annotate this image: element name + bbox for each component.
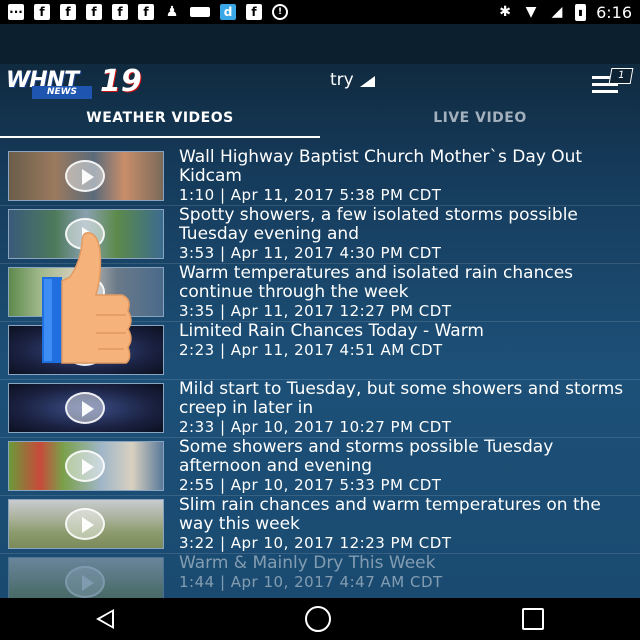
- video-title: Slim rain chances and warm temperatures …: [179, 496, 601, 534]
- home-icon[interactable]: [304, 606, 331, 632]
- dropdown-caret-icon: [359, 76, 375, 87]
- video-meta: 3:35 | Apr 11, 2017 12:27 PM CDT: [179, 302, 452, 320]
- video-thumbnail[interactable]: [8, 209, 164, 259]
- video-meta: 1:44 | Apr 10, 2017 4:47 AM CDT: [179, 573, 443, 591]
- video-title: Wall Highway Baptist Church Mother`s Day…: [179, 148, 583, 186]
- status-bar: ··· f f f f f ♟ d f ! ✱ ▼ ◢ ▮ 6:16: [0, 0, 640, 24]
- video-thumbnail[interactable]: [8, 267, 164, 317]
- facebook-icon: f: [34, 4, 50, 20]
- video-thumbnail[interactable]: [8, 441, 164, 491]
- video-meta: 2:55 | Apr 10, 2017 5:33 PM CDT: [179, 476, 442, 494]
- logo-sub: NEWS: [32, 86, 92, 99]
- tab-weather-videos[interactable]: WEATHER VIDEOS: [0, 104, 320, 138]
- list-item[interactable]: Slim rain chances and warm temperatures …: [0, 496, 640, 554]
- video-title: Spotty showers, a few isolated storms po…: [179, 206, 578, 244]
- recent-apps-icon[interactable]: [522, 608, 545, 630]
- bluetooth-icon: ✱: [499, 4, 511, 20]
- video-thumbnail[interactable]: [8, 151, 164, 201]
- video-thumbnail[interactable]: [8, 383, 164, 433]
- system-icons: ✱ ▼ ◢ ▮ 6:16: [497, 3, 632, 22]
- list-item[interactable]: Limited Rain Chances Today - Warm 2:23 |…: [0, 322, 640, 380]
- list-item[interactable]: Some showers and storms possible Tuesday…: [0, 438, 640, 496]
- list-item[interactable]: Warm temperatures and isolated rain chan…: [0, 264, 640, 322]
- notification-badge: 1: [608, 68, 634, 84]
- video-thumbnail[interactable]: [8, 325, 164, 375]
- video-title: Warm & Mainly Dry This Week: [179, 554, 436, 573]
- clock: 6:16: [596, 2, 632, 22]
- video-thumbnail[interactable]: [8, 557, 164, 598]
- tab-live-video[interactable]: LIVE VIDEO: [320, 104, 640, 138]
- app-header: WHNT NEWS 19 try 1 WEATHER VIDEOS LIVE V…: [0, 24, 640, 138]
- play-icon: [65, 566, 105, 598]
- header-top-strip: [0, 24, 640, 64]
- app-d-icon: d: [220, 4, 236, 20]
- play-icon: [65, 276, 105, 308]
- facebook-icon: f: [138, 4, 154, 20]
- tab-bar: WEATHER VIDEOS LIVE VIDEO: [0, 104, 640, 138]
- wifi-icon: ▼: [525, 4, 537, 20]
- video-title: Mild start to Tuesday, but some showers …: [179, 380, 624, 418]
- battery-icon: ▮: [575, 3, 587, 21]
- system-nav-bar: [0, 598, 640, 640]
- facebook-icon: f: [246, 4, 262, 20]
- circle-icon: !: [272, 4, 288, 20]
- video-meta: 3:22 | Apr 10, 2017 12:23 PM CDT: [179, 534, 452, 552]
- signal-icon: ◢: [551, 4, 563, 20]
- video-title: Warm temperatures and isolated rain chan…: [179, 264, 574, 302]
- play-icon: [65, 508, 105, 540]
- list-item[interactable]: Mild start to Tuesday, but some showers …: [0, 380, 640, 438]
- station-logo[interactable]: WHNT NEWS 19: [6, 64, 156, 99]
- video-list: Wall Highway Baptist Church Mother`s Day…: [0, 148, 640, 598]
- market-label: try: [330, 70, 354, 90]
- play-icon: [65, 334, 105, 366]
- video-thumbnail[interactable]: [8, 499, 164, 549]
- play-icon: [65, 450, 105, 482]
- pawn-icon: ♟: [165, 4, 179, 20]
- video-meta: 1:10 | Apr 11, 2017 5:38 PM CDT: [179, 186, 442, 204]
- play-icon: [65, 160, 105, 192]
- facebook-icon: f: [60, 4, 76, 20]
- facebook-icon: f: [86, 4, 102, 20]
- list-item[interactable]: Wall Highway Baptist Church Mother`s Day…: [0, 148, 640, 206]
- facebook-icon: f: [112, 4, 128, 20]
- play-icon: [65, 392, 105, 424]
- back-icon[interactable]: [95, 609, 114, 629]
- list-item[interactable]: Spotty showers, a few isolated storms po…: [0, 206, 640, 264]
- video-meta: 2:33 | Apr 10, 2017 10:27 PM CDT: [179, 418, 452, 436]
- notification-icons: ··· f f f f f ♟ d f !: [8, 4, 288, 20]
- menu-button[interactable]: 1: [588, 68, 634, 96]
- play-icon: [65, 218, 105, 250]
- list-item[interactable]: Warm & Mainly Dry This Week 1:44 | Apr 1…: [0, 554, 640, 598]
- video-title: Some showers and storms possible Tuesday…: [179, 438, 554, 476]
- video-title: Limited Rain Chances Today - Warm: [179, 322, 484, 341]
- video-meta: 2:23 | Apr 11, 2017 4:51 AM CDT: [179, 341, 443, 359]
- app-area: WHNT NEWS 19 try 1 WEATHER VIDEOS LIVE V…: [0, 24, 640, 598]
- market-dropdown[interactable]: try: [330, 70, 375, 90]
- card-icon: [190, 7, 210, 17]
- video-meta: 3:53 | Apr 11, 2017 4:30 PM CDT: [179, 244, 442, 262]
- message-icon: ···: [8, 4, 24, 20]
- logo-number: 19: [100, 64, 142, 99]
